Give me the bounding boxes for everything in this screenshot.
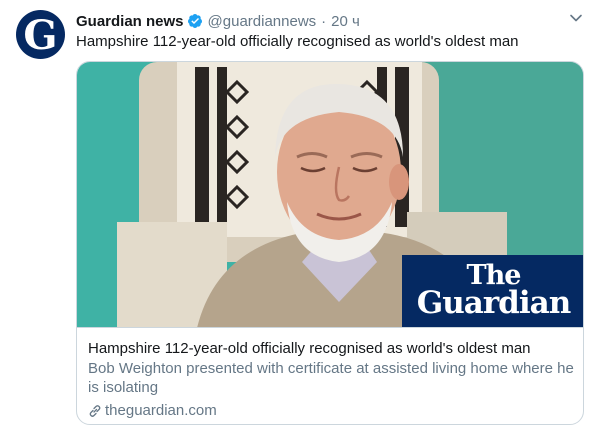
- card-description: Bob Weighton presented with certificate …: [88, 360, 574, 396]
- tweet[interactable]: G Guardian news @guardiannews · 20 ч Ham…: [0, 0, 602, 432]
- card-body[interactable]: Hampshire 112-year-old officially recogn…: [77, 329, 583, 424]
- display-name[interactable]: Guardian news: [76, 13, 184, 30]
- card-title[interactable]: Hampshire 112-year-old officially recogn…: [88, 339, 531, 359]
- separator-dot: ·: [321, 12, 327, 30]
- card-domain-link[interactable]: theguardian.com: [88, 401, 217, 421]
- author-handle[interactable]: @guardiannews: [208, 13, 317, 30]
- card-image[interactable]: The Guardian: [77, 62, 583, 328]
- tweet-text: Hampshire 112-year-old officially recogn…: [76, 33, 519, 50]
- guardian-logo-overlay: The Guardian: [402, 255, 583, 327]
- verified-badge-icon: [187, 14, 202, 28]
- tweet-timestamp[interactable]: 20 ч: [331, 13, 360, 30]
- logo-line-guardian: Guardian: [416, 285, 572, 321]
- card-domain: theguardian.com: [105, 402, 217, 419]
- link-icon: [89, 405, 101, 417]
- tweet-header: Guardian news @guardiannews · 20 ч: [76, 11, 360, 31]
- avatar[interactable]: G: [16, 10, 65, 59]
- chevron-down-icon[interactable]: [569, 11, 583, 25]
- avatar-logo-letter: G: [23, 11, 58, 59]
- link-card[interactable]: The Guardian Hampshire 112-year-old offi…: [76, 61, 584, 425]
